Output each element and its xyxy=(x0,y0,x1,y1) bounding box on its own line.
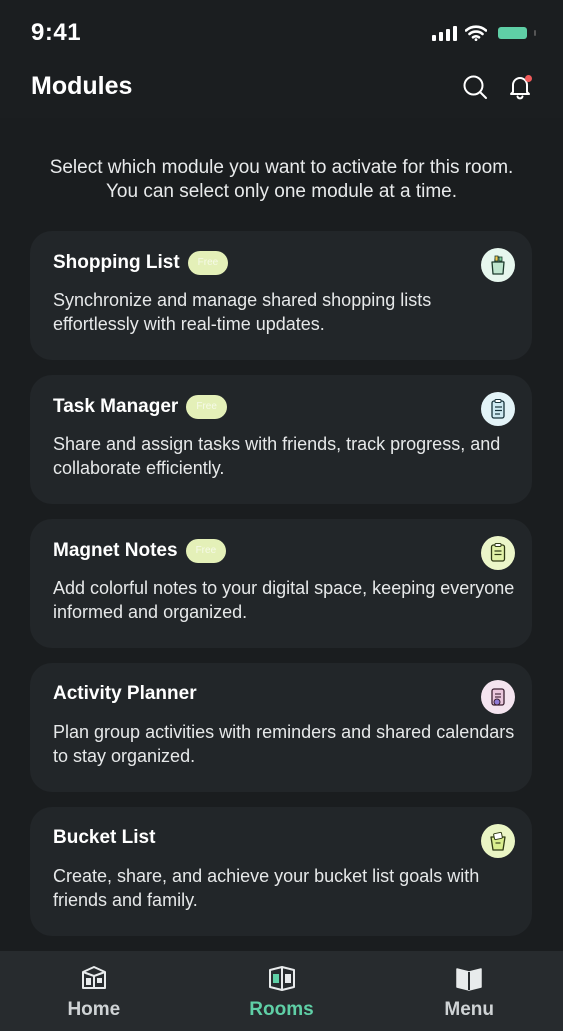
search-button[interactable] xyxy=(460,72,490,102)
tab-label: Rooms xyxy=(249,999,314,1020)
tab-rooms[interactable]: Rooms xyxy=(188,951,376,1031)
module-description: Synchronize and manage shared shopping l… xyxy=(53,290,432,334)
module-description: Create, share, and achieve your bucket l… xyxy=(53,866,480,910)
module-description: Share and assign tasks with friends, tra… xyxy=(53,434,501,478)
module-card-activity-planner[interactable]: Activity Planner Plan group activities w… xyxy=(30,663,532,792)
bottom-tab-bar: Home Rooms Menu xyxy=(0,951,563,1031)
tab-home[interactable]: Home xyxy=(0,951,188,1031)
module-description: Plan group activities with reminders and… xyxy=(53,722,515,766)
wifi-icon xyxy=(465,25,487,41)
intro-line-2: You can select only one module at a time… xyxy=(105,181,458,202)
free-badge: Free xyxy=(186,395,227,419)
note-icon xyxy=(481,536,515,570)
cellular-signal-icon xyxy=(432,25,457,41)
intro-line-1: Select which module you want to activate… xyxy=(49,157,514,178)
tab-label: Menu xyxy=(444,999,494,1020)
status-icons xyxy=(432,24,536,42)
home-icon xyxy=(79,963,109,993)
module-title: Magnet Notes xyxy=(53,540,178,561)
page-title: Modules xyxy=(31,72,133,100)
module-card-shopping-list[interactable]: Shopping List Free Synchronize and manag… xyxy=(30,231,532,360)
battery-icon xyxy=(495,24,536,42)
module-title: Task Manager xyxy=(53,396,179,417)
module-card-task-manager[interactable]: Task Manager Free Share and assign tasks… xyxy=(30,375,532,504)
notification-dot xyxy=(525,75,532,82)
app-header: Modules xyxy=(0,62,563,118)
module-title: Activity Planner xyxy=(53,683,197,704)
modules-content: Select which module you want to activate… xyxy=(0,118,563,951)
free-badge: Free xyxy=(187,251,229,275)
notifications-button[interactable] xyxy=(505,72,535,102)
rooms-icon xyxy=(267,963,297,993)
clipboard-list-icon xyxy=(481,392,515,426)
bucket-icon xyxy=(481,824,515,858)
module-title: Shopping List xyxy=(53,252,180,273)
search-icon xyxy=(463,75,487,99)
module-title: Bucket List xyxy=(53,827,156,848)
planner-icon xyxy=(481,680,515,714)
intro-text: Select which module you want to activate… xyxy=(20,156,543,204)
module-card-magnet-notes[interactable]: Magnet Notes Free Add colorful notes to … xyxy=(30,519,532,648)
tab-menu[interactable]: Menu xyxy=(375,951,563,1031)
free-badge: Free xyxy=(185,539,227,563)
status-bar: 9:41 xyxy=(0,0,563,62)
shopping-bag-icon xyxy=(481,248,515,282)
status-time: 9:41 xyxy=(31,19,82,46)
module-description: Add colorful notes to your digital space… xyxy=(53,578,515,622)
tab-label: Home xyxy=(67,999,121,1020)
module-card-bucket-list[interactable]: Bucket List Create, share, and achieve y… xyxy=(30,807,532,936)
menu-book-icon xyxy=(454,963,484,993)
